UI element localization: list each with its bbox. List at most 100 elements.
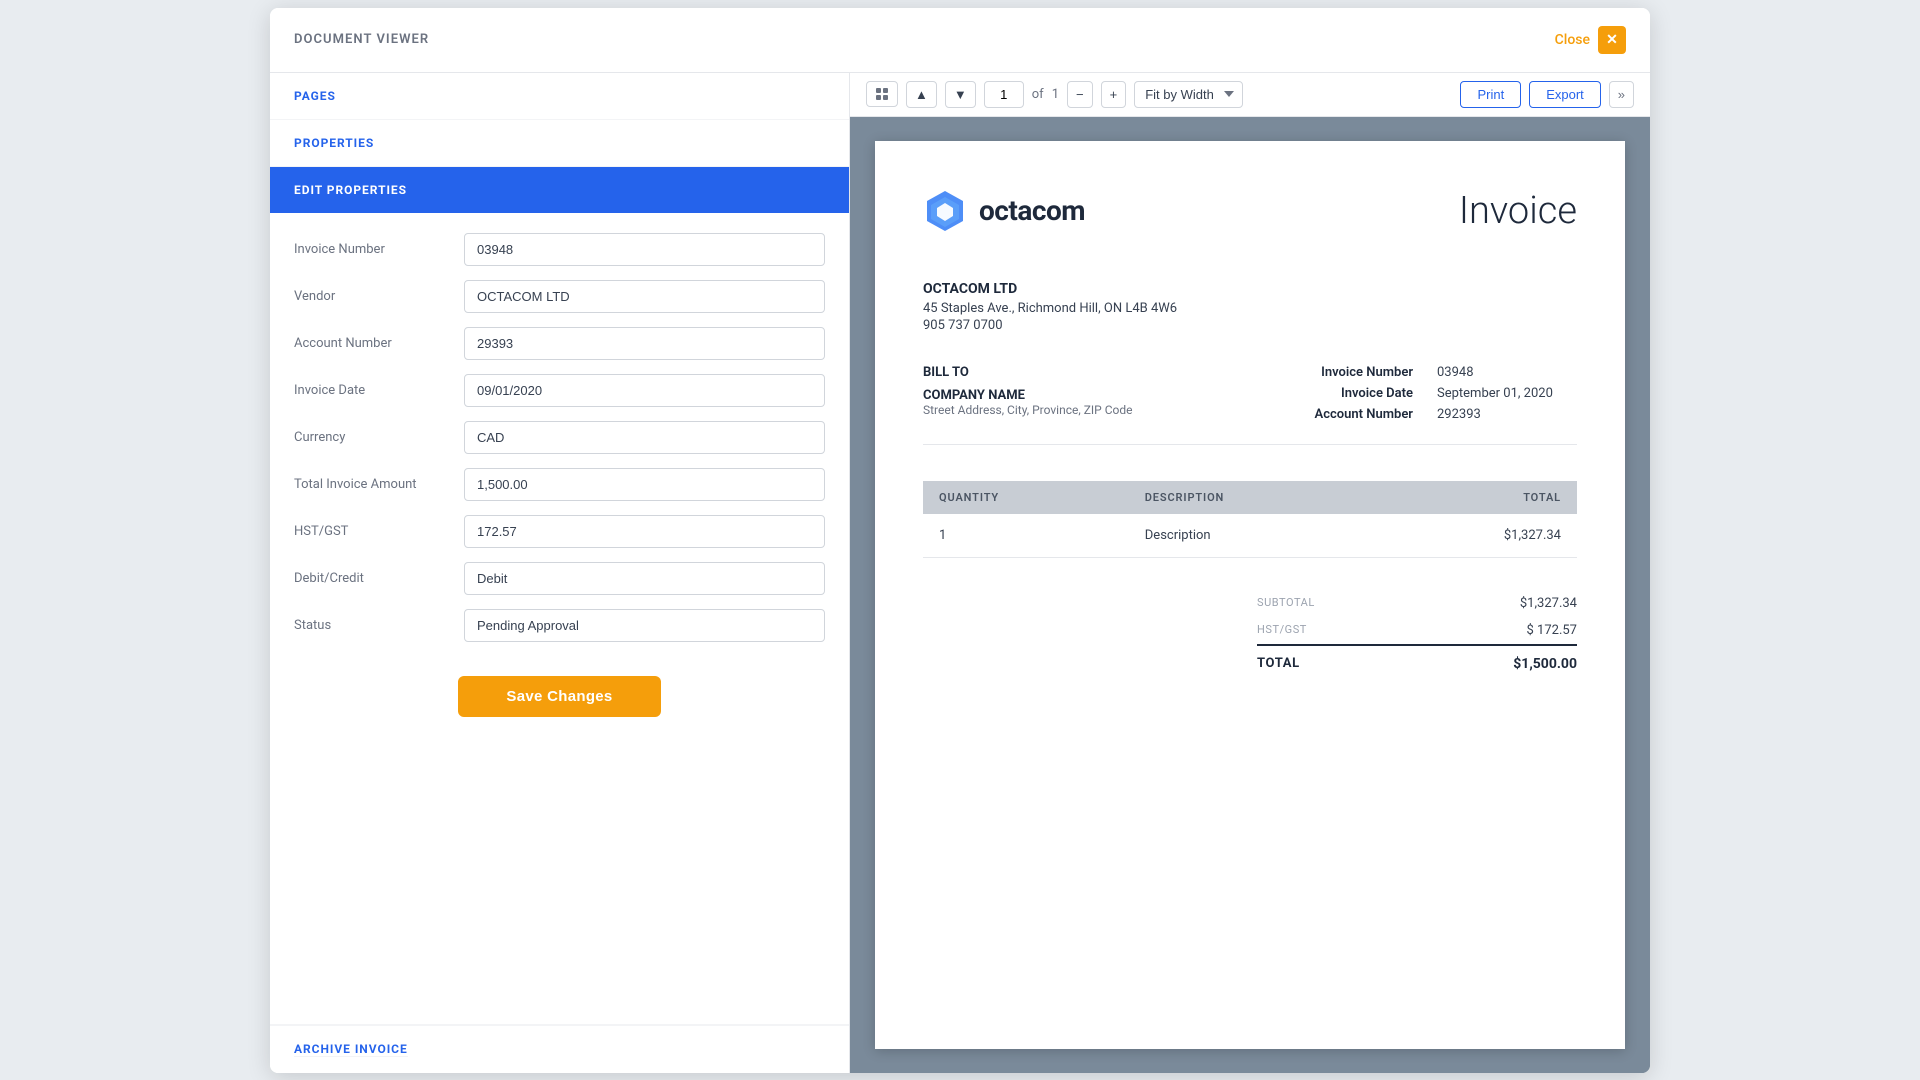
form-input-currency[interactable] [464, 421, 825, 454]
edit-form: Invoice Number Vendor Account Number Invoic… [270, 213, 849, 1025]
meta-account-number-row: Account Number 292393 [1293, 407, 1577, 422]
left-panel: PAGES PROPERTIES EDIT PROPERTIES Invoice… [270, 73, 850, 1073]
invoice-title: Invoice [1459, 189, 1577, 233]
form-row: Invoice Date [294, 374, 825, 407]
form-input-vendor[interactable] [464, 280, 825, 313]
close-button[interactable]: ✕ [1598, 26, 1626, 54]
form-row: Debit/Credit [294, 562, 825, 595]
row-total: $1,327.34 [1378, 514, 1577, 558]
invoice-page: octacom Invoice OCTACOM LTD 45 Staples A… [875, 141, 1625, 1049]
company-logo-icon [923, 189, 967, 233]
form-input-debit/credit[interactable] [464, 562, 825, 595]
from-address: 45 Staples Ave., Richmond Hill, ON L4B 4… [923, 301, 1577, 316]
pages-section[interactable]: PAGES [270, 73, 849, 120]
form-input-status[interactable] [464, 609, 825, 642]
meta-invoice-number-row: Invoice Number 03948 [1293, 365, 1577, 380]
col-quantity: QUANTITY [923, 481, 1129, 514]
from-phone: 905 737 0700 [923, 318, 1577, 333]
invoice-meta: Invoice Number 03948 Invoice Date Septem… [1293, 365, 1577, 428]
form-label: Status [294, 618, 464, 633]
bill-company: COMPANY NAME [923, 388, 1132, 403]
totals-area: SUBTOTAL $1,327.34 HST/GST $ 172.57 TOTA… [1257, 590, 1577, 678]
header: DOCUMENT VIEWER Close ✕ [270, 8, 1650, 73]
page-of: of [1032, 87, 1044, 102]
form-row: HST/GST [294, 515, 825, 548]
bill-address: Street Address, City, Province, ZIP Code [923, 403, 1132, 417]
subtotal-row: SUBTOTAL $1,327.34 [1257, 590, 1577, 617]
from-company-name: OCTACOM LTD [923, 281, 1577, 297]
subtotal-value: $1,327.34 [1520, 596, 1577, 611]
form-row: Vendor [294, 280, 825, 313]
meta-account-number-value: 292393 [1437, 407, 1577, 422]
invoice-header: octacom Invoice [923, 189, 1577, 233]
form-label: Invoice Number [294, 242, 464, 257]
form-input-total-invoice-amount[interactable] [464, 468, 825, 501]
meta-account-number-label: Account Number [1293, 407, 1413, 422]
logo-area: octacom [923, 189, 1085, 233]
close-area: Close ✕ [1555, 26, 1626, 54]
form-label: Currency [294, 430, 464, 445]
right-panel: ▲ ▼ 1 of 1 − + Fit by Width Print Export… [850, 73, 1650, 1073]
form-row: Account Number [294, 327, 825, 360]
hst-value: $ 172.57 [1527, 623, 1578, 638]
subtotal-label: SUBTOTAL [1257, 596, 1315, 611]
bill-to-block: BILL TO COMPANY NAME Street Address, Cit… [923, 365, 1132, 428]
fit-select[interactable]: Fit by Width [1134, 81, 1243, 108]
form-input-hst/gst[interactable] [464, 515, 825, 548]
next-page-button[interactable]: ▼ [945, 81, 976, 108]
form-row: Currency [294, 421, 825, 454]
form-input-invoice-date[interactable] [464, 374, 825, 407]
form-label: HST/GST [294, 524, 464, 539]
form-label: Debit/Credit [294, 571, 464, 586]
document-toolbar: ▲ ▼ 1 of 1 − + Fit by Width Print Export… [850, 73, 1650, 117]
close-link[interactable]: Close [1555, 32, 1590, 48]
archive-section: ARCHIVE INVOICE [270, 1025, 849, 1073]
expand-button[interactable]: » [1609, 81, 1634, 108]
col-description: DESCRIPTION [1129, 481, 1378, 514]
total-value: $1,500.00 [1513, 656, 1577, 672]
zoom-out-button[interactable]: − [1067, 81, 1093, 108]
form-label: Total Invoice Amount [294, 477, 464, 492]
prev-page-button[interactable]: ▲ [906, 81, 937, 108]
form-row: Total Invoice Amount [294, 468, 825, 501]
app-title: DOCUMENT VIEWER [294, 32, 429, 47]
hst-row: HST/GST $ 172.57 [1257, 617, 1577, 644]
properties-section[interactable]: PROPERTIES [270, 120, 849, 167]
meta-invoice-number-label: Invoice Number [1293, 365, 1413, 380]
form-row: Status [294, 609, 825, 642]
save-changes-button[interactable]: Save Changes [458, 676, 660, 717]
form-label: Invoice Date [294, 383, 464, 398]
meta-invoice-date-label: Invoice Date [1293, 386, 1413, 401]
invoice-from: OCTACOM LTD 45 Staples Ave., Richmond Hi… [923, 281, 1577, 333]
total-row: TOTAL $1,500.00 [1257, 644, 1577, 678]
page-number-input[interactable]: 1 [984, 81, 1024, 108]
form-label: Vendor [294, 289, 464, 304]
save-btn-row: Save Changes [294, 656, 825, 741]
form-input-invoice-number[interactable] [464, 233, 825, 266]
company-logo-name: octacom [979, 194, 1085, 227]
table-header-row: QUANTITY DESCRIPTION TOTAL [923, 481, 1577, 514]
grid-icon [875, 87, 889, 101]
row-description: Description [1129, 514, 1378, 558]
document-area[interactable]: octacom Invoice OCTACOM LTD 45 Staples A… [850, 117, 1650, 1073]
row-quantity: 1 [923, 514, 1129, 558]
grid-view-button[interactable] [866, 81, 898, 107]
total-label: TOTAL [1257, 656, 1300, 672]
invoice-table: QUANTITY DESCRIPTION TOTAL 1 Description… [923, 481, 1577, 558]
zoom-in-button[interactable]: + [1101, 81, 1127, 108]
meta-invoice-date-value: September 01, 2020 [1437, 386, 1577, 401]
meta-invoice-number-value: 03948 [1437, 365, 1577, 380]
form-label: Account Number [294, 336, 464, 351]
main-layout: PAGES PROPERTIES EDIT PROPERTIES Invoice… [270, 73, 1650, 1073]
form-input-account-number[interactable] [464, 327, 825, 360]
app-window: DOCUMENT VIEWER Close ✕ PAGES PROPERTIES… [270, 8, 1650, 1073]
print-button[interactable]: Print [1460, 81, 1521, 108]
archive-link[interactable]: ARCHIVE INVOICE [294, 1042, 408, 1057]
bill-to-label: BILL TO [923, 365, 1132, 380]
bill-section: BILL TO COMPANY NAME Street Address, Cit… [923, 365, 1577, 445]
export-button[interactable]: Export [1529, 81, 1601, 108]
edit-properties-header: EDIT PROPERTIES [270, 167, 849, 213]
page-total: 1 [1052, 87, 1059, 102]
form-row: Invoice Number [294, 233, 825, 266]
col-total: TOTAL [1378, 481, 1577, 514]
